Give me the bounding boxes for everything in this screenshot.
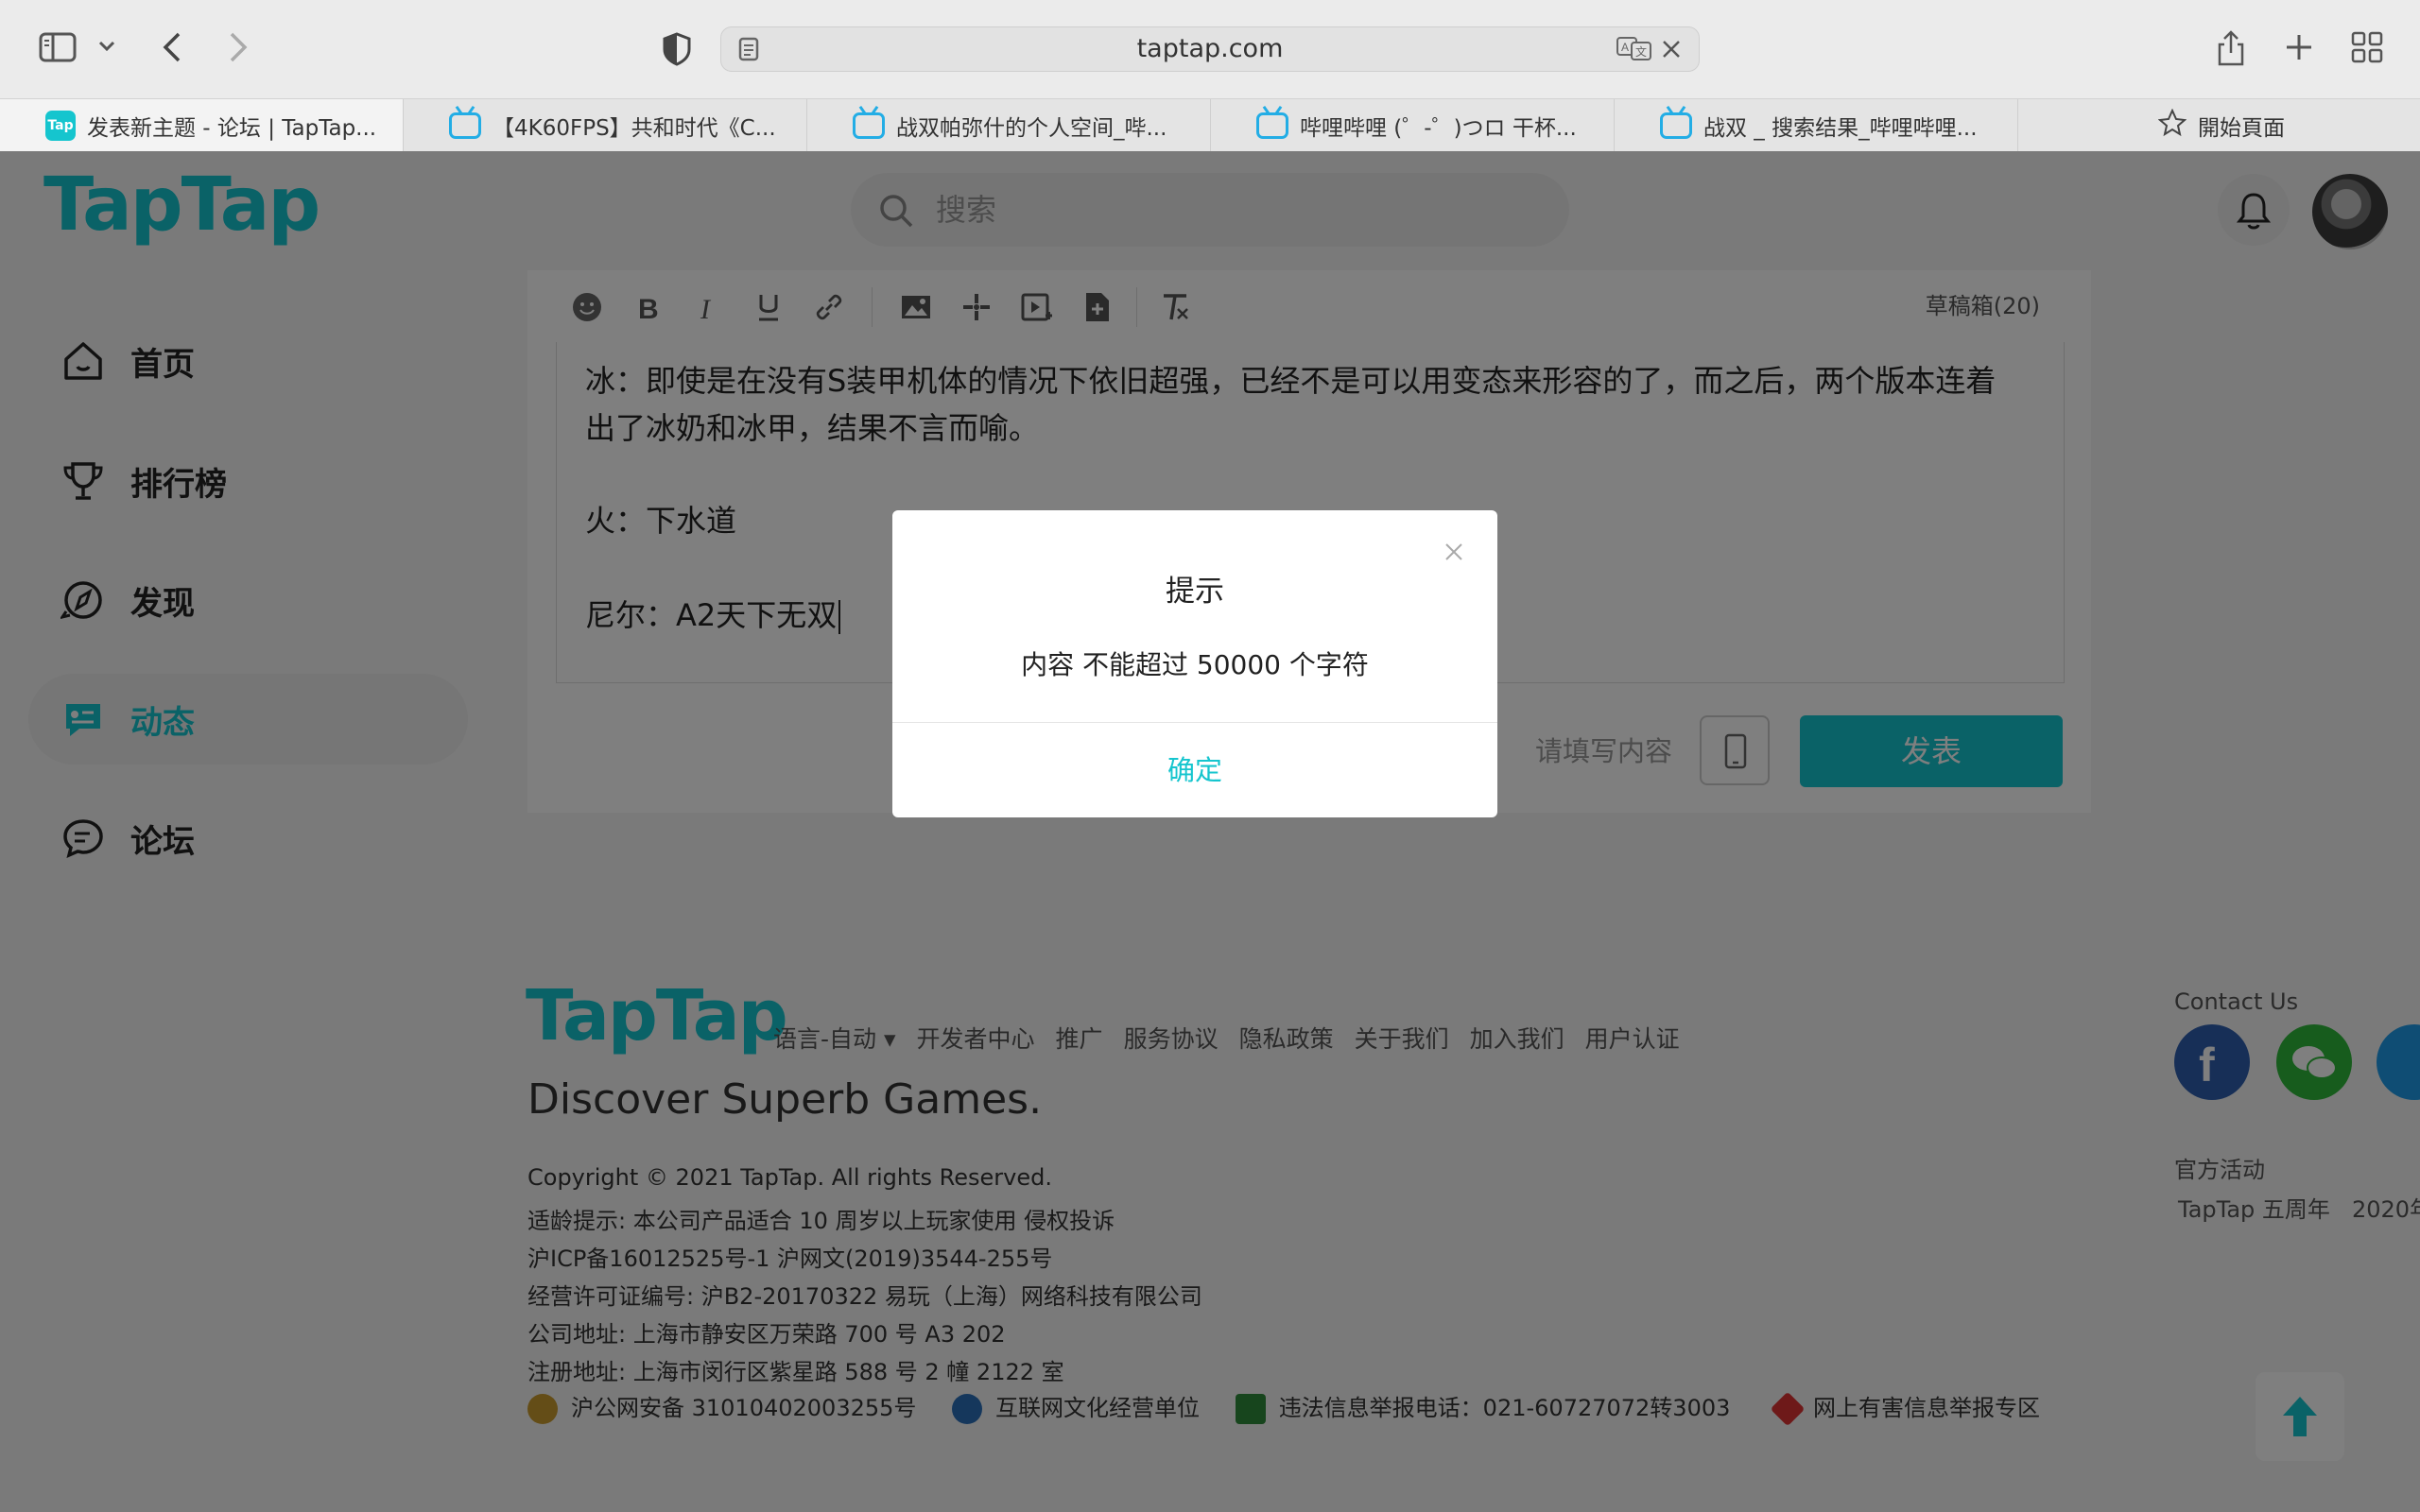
chevron-down-icon[interactable] xyxy=(95,34,119,59)
tab-label: 发表新主题 - 论坛 | TapTap... xyxy=(87,116,377,141)
close-icon[interactable] xyxy=(1437,535,1471,569)
svg-text:A: A xyxy=(1621,41,1629,54)
tab-taptap-forum[interactable]: Tap 发表新主题 - 论坛 | TapTap... xyxy=(0,99,404,152)
tab-bilibili-home[interactable]: 哔哩哔哩 (゜-゜)つロ 干杯... xyxy=(1211,99,1615,152)
alert-dialog: 提示 内容 不能超过 50000 个字符 确定 xyxy=(892,510,1497,817)
star-icon xyxy=(2157,108,2187,143)
bilibili-icon xyxy=(1256,112,1288,139)
new-tab-icon[interactable] xyxy=(2280,28,2318,66)
close-icon[interactable] xyxy=(1659,37,1684,61)
privacy-shield-icon[interactable] xyxy=(658,30,696,68)
bilibili-icon xyxy=(449,112,481,139)
back-icon[interactable] xyxy=(155,28,189,66)
address-bar[interactable]: taptap.com A文 xyxy=(720,26,1700,72)
sidebar-toggle-icon[interactable] xyxy=(38,30,78,64)
horizontal-scrollbar[interactable] xyxy=(503,1489,2108,1501)
bilibili-icon xyxy=(853,112,885,139)
url-text[interactable]: taptap.com xyxy=(721,27,1699,71)
share-icon[interactable] xyxy=(2212,26,2250,70)
tab-start-page[interactable]: 開始頁面 xyxy=(2018,99,2420,152)
tab-bilibili-space[interactable]: 战双帕弥什的个人空间_哔... xyxy=(807,99,1211,152)
tab-label: 战双帕弥什的个人空间_哔... xyxy=(896,116,1167,141)
forward-icon[interactable] xyxy=(221,28,255,66)
modal-overlay[interactable] xyxy=(0,151,2420,1512)
bilibili-icon xyxy=(1660,112,1692,139)
tab-bar: Tap 发表新主题 - 论坛 | TapTap... 【4K60FPS】共和时代… xyxy=(0,98,2420,153)
browser-toolbar: taptap.com A文 xyxy=(0,0,2420,98)
tab-label: 哔哩哔哩 (゜-゜)つロ 干杯... xyxy=(1300,116,1577,141)
dialog-title: 提示 xyxy=(1166,575,1224,609)
svg-text:文: 文 xyxy=(1635,44,1647,59)
tab-label: 【4K60FPS】共和时代《C... xyxy=(493,116,776,141)
translate-icon[interactable]: A文 xyxy=(1616,35,1653,63)
tab-label: 開始頁面 xyxy=(2198,116,2285,141)
tab-bilibili-video[interactable]: 【4K60FPS】共和时代《C... xyxy=(404,99,807,152)
confirm-button[interactable]: 确定 xyxy=(892,723,1497,817)
tab-overview-icon[interactable] xyxy=(2348,28,2386,66)
taptap-favicon-icon: Tap xyxy=(45,111,76,141)
tab-bilibili-search[interactable]: 战双 _ 搜索结果_哔哩哔哩... xyxy=(1615,99,2018,152)
tab-label: 战双 _ 搜索结果_哔哩哔哩... xyxy=(1703,116,1978,141)
dialog-message: 内容 不能超过 50000 个字符 xyxy=(1021,649,1369,680)
